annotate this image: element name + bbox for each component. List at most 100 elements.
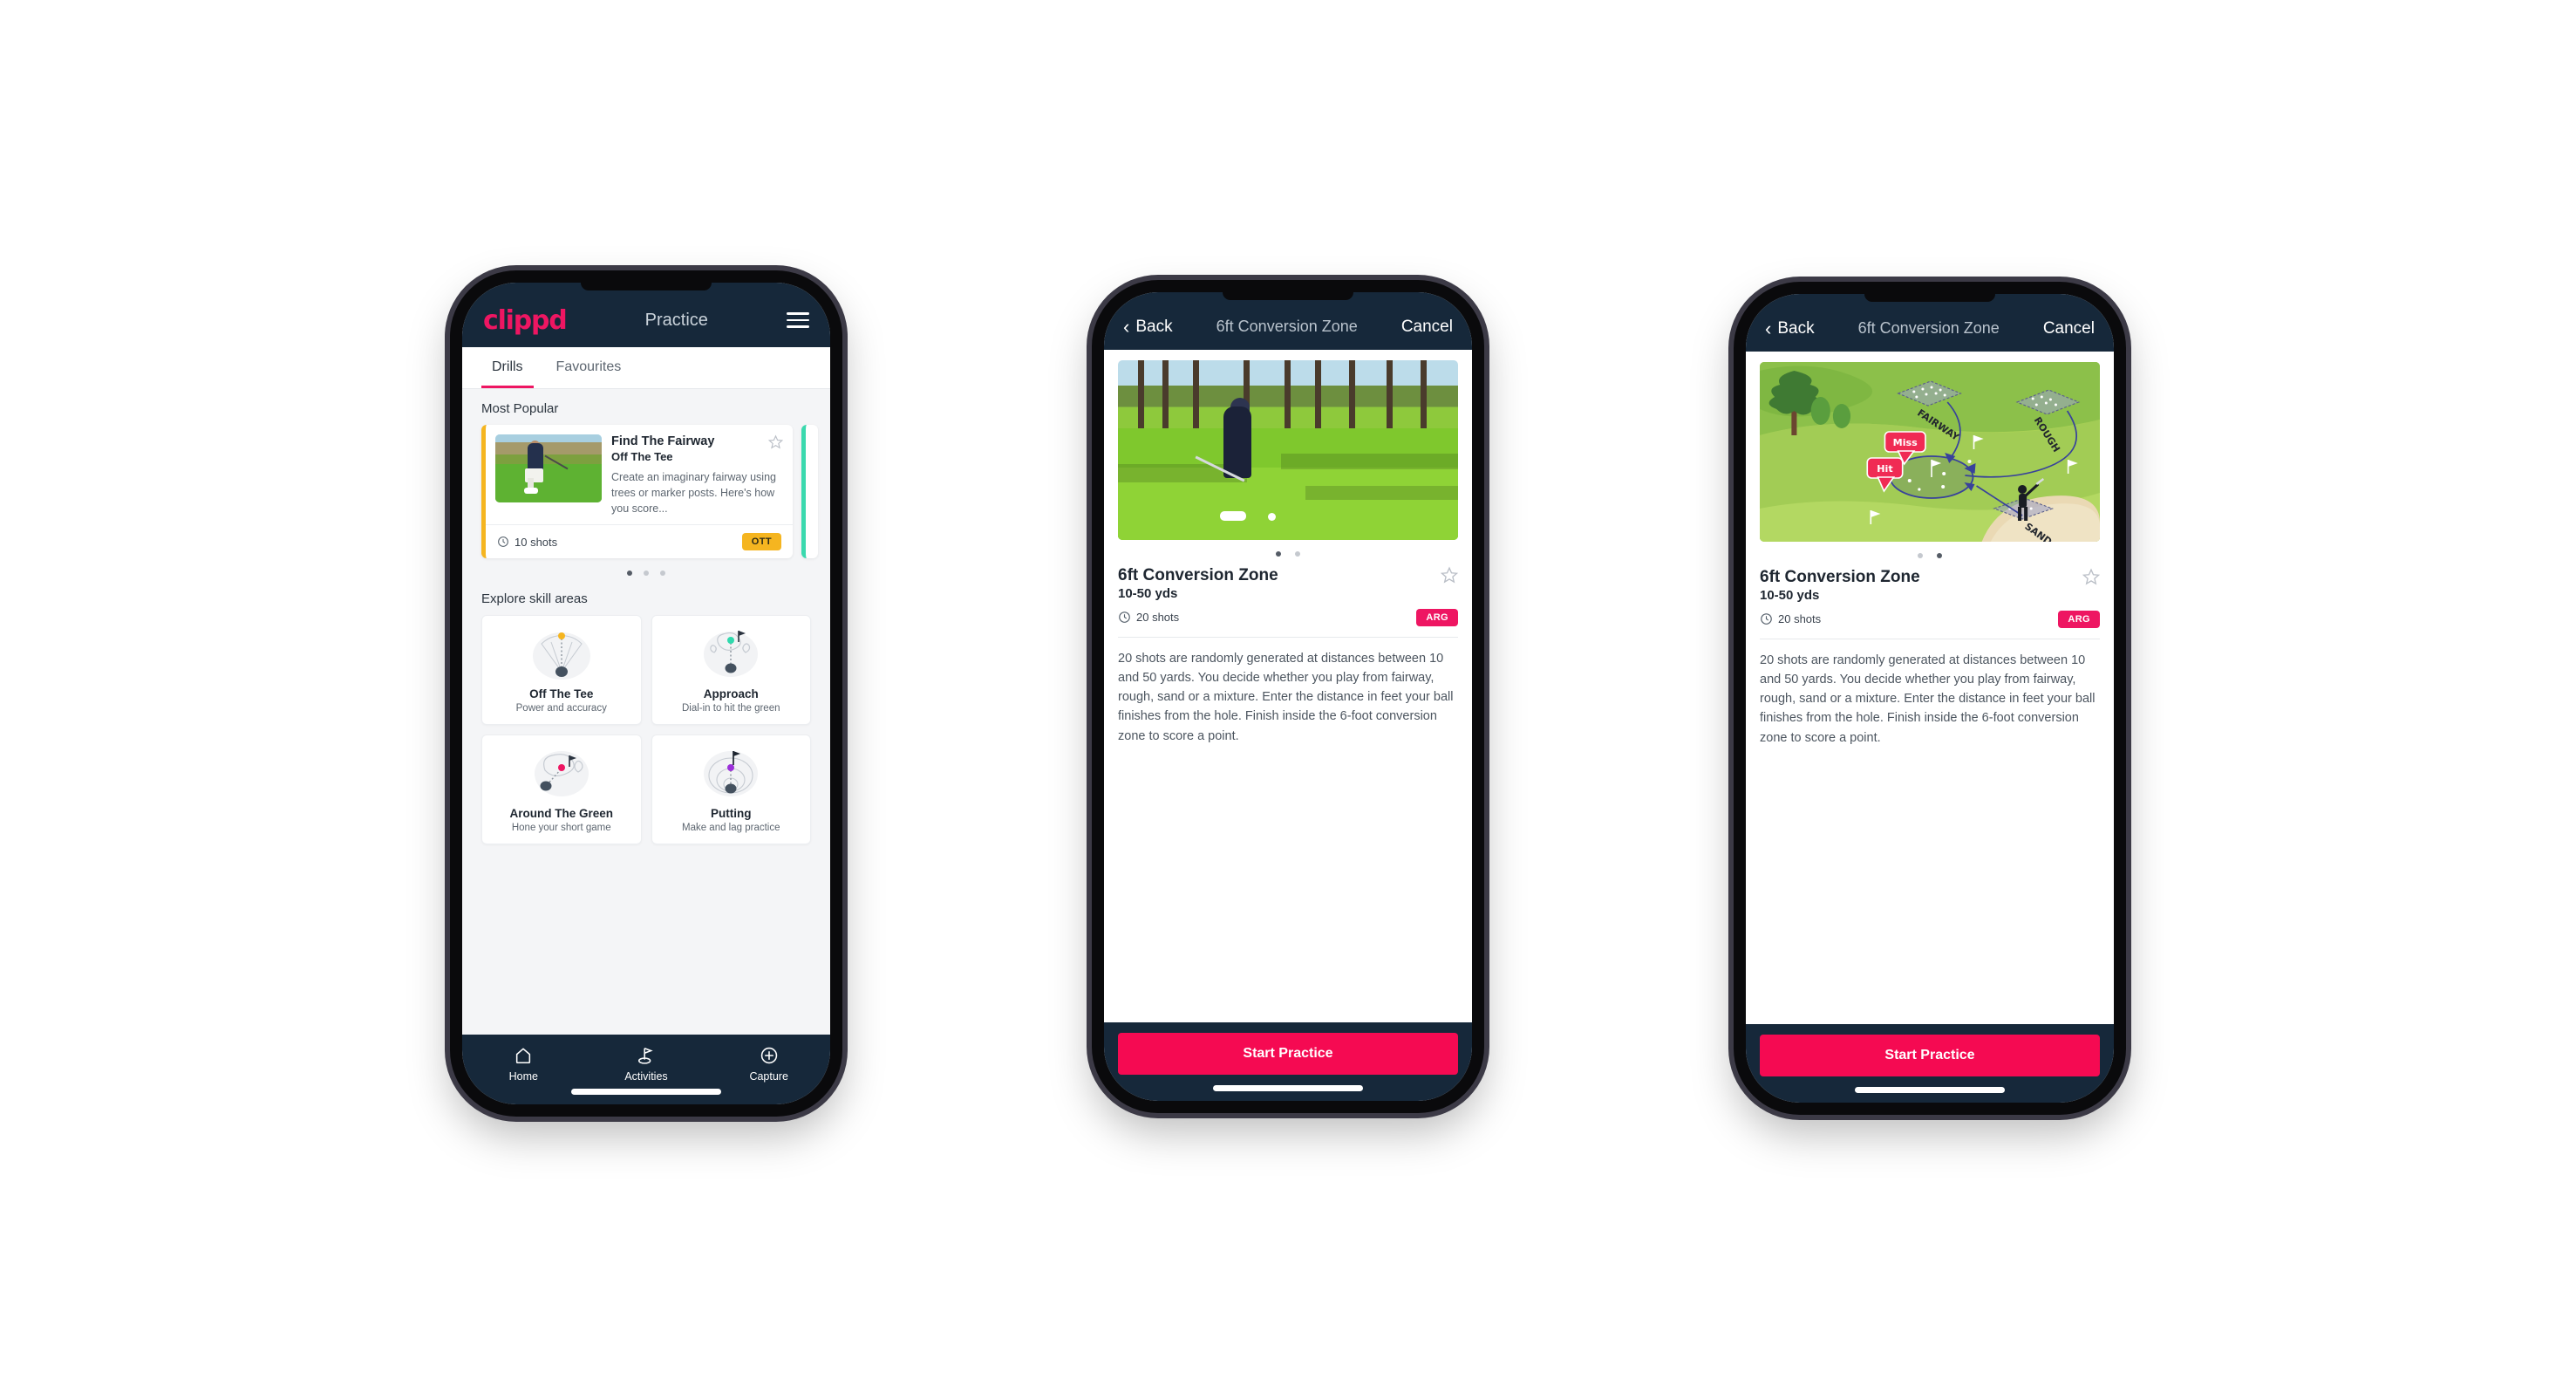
svg-text:Miss: Miss	[1893, 437, 1918, 448]
star-outline-icon[interactable]	[1441, 566, 1458, 584]
skill-area-grid: Off The Tee Power and accuracy Approach …	[481, 615, 811, 845]
carousel-dots[interactable]	[481, 571, 811, 577]
star-outline-icon[interactable]	[768, 434, 783, 449]
skill-desc: Power and accuracy	[515, 703, 607, 714]
clippd-logo: clippd	[483, 304, 568, 336]
sidebar-item-putting[interactable]: Putting Make and lag practice	[651, 734, 811, 845]
detail-body: FAIRWAY ROUGH SAND Miss Hit 6ft Conversi…	[1746, 351, 2114, 1024]
drill-card-find-the-fairway[interactable]: Find The Fairway Off The Tee Create an i…	[481, 425, 793, 559]
tee-fan-icon	[487, 626, 636, 682]
skill-desc: Hone your short game	[511, 823, 611, 834]
drill-subtitle: Off The Tee	[611, 450, 673, 463]
skill-badge-ott: OTT	[741, 533, 781, 551]
star-outline-icon[interactable]	[2082, 568, 2100, 585]
cancel-button[interactable]: Cancel	[1401, 318, 1453, 337]
carousel-dot-2[interactable]	[644, 571, 649, 577]
sidebar-item-off-the-tee[interactable]: Off The Tee Power and accuracy	[481, 615, 642, 726]
detail-yardage: 10-50 yds	[1760, 587, 1820, 603]
golf-flag-icon	[637, 1048, 653, 1064]
bottom-nav-capture[interactable]: Capture	[707, 1046, 830, 1084]
back-button[interactable]: ‹ Back	[1765, 317, 1815, 339]
phone-notch	[1864, 293, 1995, 302]
section-title-most-popular: Most Popular	[481, 401, 559, 416]
plus-circle-icon	[760, 1047, 777, 1064]
phone-1-practice-list: clippd Practice Drills Favourites Most P…	[450, 270, 842, 1117]
phone-3-drill-detail-diagram: ‹ Back 6ft Conversion Zone Cancel FAIRWA…	[1734, 281, 2126, 1115]
practice-content: Most Popular Find The Fairway Off The Te…	[462, 389, 830, 1035]
around-green-icon	[487, 746, 636, 802]
detail-body: 6ft Conversion Zone 10-50 yds 20 shots A…	[1104, 349, 1472, 1022]
clock-icon	[498, 536, 508, 548]
bottom-nav-label: Home	[508, 1070, 538, 1083]
detail-carousel-dot-1[interactable]	[1918, 552, 1923, 558]
back-label: Back	[1777, 318, 1815, 338]
drill-card-footer: 10 shots OTT	[486, 524, 793, 558]
hero-photo[interactable]	[1118, 359, 1458, 540]
sidebar-item-approach[interactable]: Approach Dial-in to hit the green	[651, 615, 811, 726]
drill-card-next-peek[interactable]	[801, 425, 818, 559]
drill-carousel[interactable]: Find The Fairway Off The Tee Create an i…	[481, 425, 818, 559]
phone-2-drill-detail-photo: ‹ Back 6ft Conversion Zone Cancel 6ft Co…	[1092, 279, 1484, 1113]
detail-meta-row: 20 shots ARG	[1760, 610, 2100, 628]
tab-bar: Drills Favourites	[462, 347, 830, 389]
putting-rings-icon	[658, 746, 806, 802]
drill-title: Find The Fairway	[611, 434, 715, 448]
drill-shots-label: 10 shots	[515, 535, 558, 549]
drill-card-top: Find The Fairway Off The Tee Create an i…	[486, 425, 793, 524]
home-icon	[516, 1048, 531, 1064]
sidebar-item-around-the-green[interactable]: Around The Green Hone your short game	[481, 734, 642, 845]
skill-desc: Make and lag practice	[681, 823, 780, 834]
start-practice-button[interactable]: Start Practice	[1118, 1032, 1458, 1075]
skill-name: Around The Green	[509, 807, 613, 821]
hero-illustration[interactable]: FAIRWAY ROUGH SAND Miss Hit	[1760, 361, 2100, 542]
phone-3-screen: ‹ Back 6ft Conversion Zone Cancel FAIRWA…	[1746, 293, 2114, 1103]
clock-icon	[1761, 613, 1772, 625]
drill-shots: 10 shots	[497, 536, 557, 549]
approach-green-icon	[658, 626, 806, 682]
carousel-dot-3[interactable]	[660, 571, 665, 577]
detail-shots-label: 20 shots	[1136, 611, 1180, 624]
detail-drill-title: 6ft Conversion Zone	[1760, 567, 1920, 586]
detail-yardage: 10-50 yds	[1118, 585, 1178, 601]
drill-description: Create an imaginary fairway using trees …	[611, 471, 776, 516]
skill-name: Off The Tee	[529, 687, 594, 701]
detail-carousel-dots[interactable]	[1760, 552, 2100, 558]
hamburger-menu-icon[interactable]	[787, 312, 809, 328]
detail-title: 6ft Conversion Zone	[1857, 319, 2000, 337]
detail-carousel-dots[interactable]	[1118, 550, 1458, 557]
page-title: Practice	[644, 310, 708, 330]
detail-heading-row: 6ft Conversion Zone 10-50 yds	[1760, 568, 2100, 603]
detail-shots-label: 20 shots	[1778, 612, 1822, 625]
bottom-nav-activities[interactable]: Activities	[585, 1046, 708, 1084]
screenshot-stage: clippd Practice Drills Favourites Most P…	[0, 0, 2576, 1387]
back-button[interactable]: ‹ Back	[1123, 315, 1173, 338]
detail-shots: 20 shots	[1118, 611, 1179, 624]
detail-nav-bar: ‹ Back 6ft Conversion Zone Cancel	[1104, 291, 1472, 350]
chevron-left-icon: ‹	[1765, 317, 1772, 339]
start-practice-button[interactable]: Start Practice	[1760, 1034, 2100, 1076]
detail-nav-bar: ‹ Back 6ft Conversion Zone Cancel	[1746, 293, 2114, 352]
detail-description: 20 shots are randomly generated at dista…	[1760, 653, 2096, 745]
tab-favourites[interactable]: Favourites	[546, 347, 632, 388]
tab-drills[interactable]: Drills	[481, 347, 534, 388]
chevron-left-icon: ‹	[1123, 315, 1130, 338]
detail-title: 6ft Conversion Zone	[1216, 318, 1358, 335]
skill-name: Putting	[711, 807, 752, 821]
detail-shots: 20 shots	[1760, 612, 1821, 625]
svg-text:Hit: Hit	[1877, 463, 1893, 475]
detail-drill-title: 6ft Conversion Zone	[1118, 565, 1278, 584]
skill-desc: Dial-in to hit the green	[681, 703, 780, 714]
carousel-dot-1[interactable]	[627, 571, 632, 577]
bottom-nav-home[interactable]: Home	[462, 1046, 585, 1084]
cancel-button[interactable]: Cancel	[2043, 319, 2095, 338]
phone-notch	[1223, 291, 1353, 300]
skill-name: Approach	[703, 687, 759, 701]
home-indicator	[571, 1089, 721, 1095]
section-title-explore: Explore skill areas	[481, 591, 588, 607]
detail-carousel-dot-1[interactable]	[1276, 550, 1281, 557]
drill-thumbnail	[495, 434, 602, 502]
app-bar: clippd Practice	[462, 283, 830, 347]
detail-carousel-dot-2[interactable]	[1937, 552, 1942, 558]
home-indicator	[1213, 1084, 1363, 1091]
detail-carousel-dot-2[interactable]	[1295, 550, 1300, 557]
